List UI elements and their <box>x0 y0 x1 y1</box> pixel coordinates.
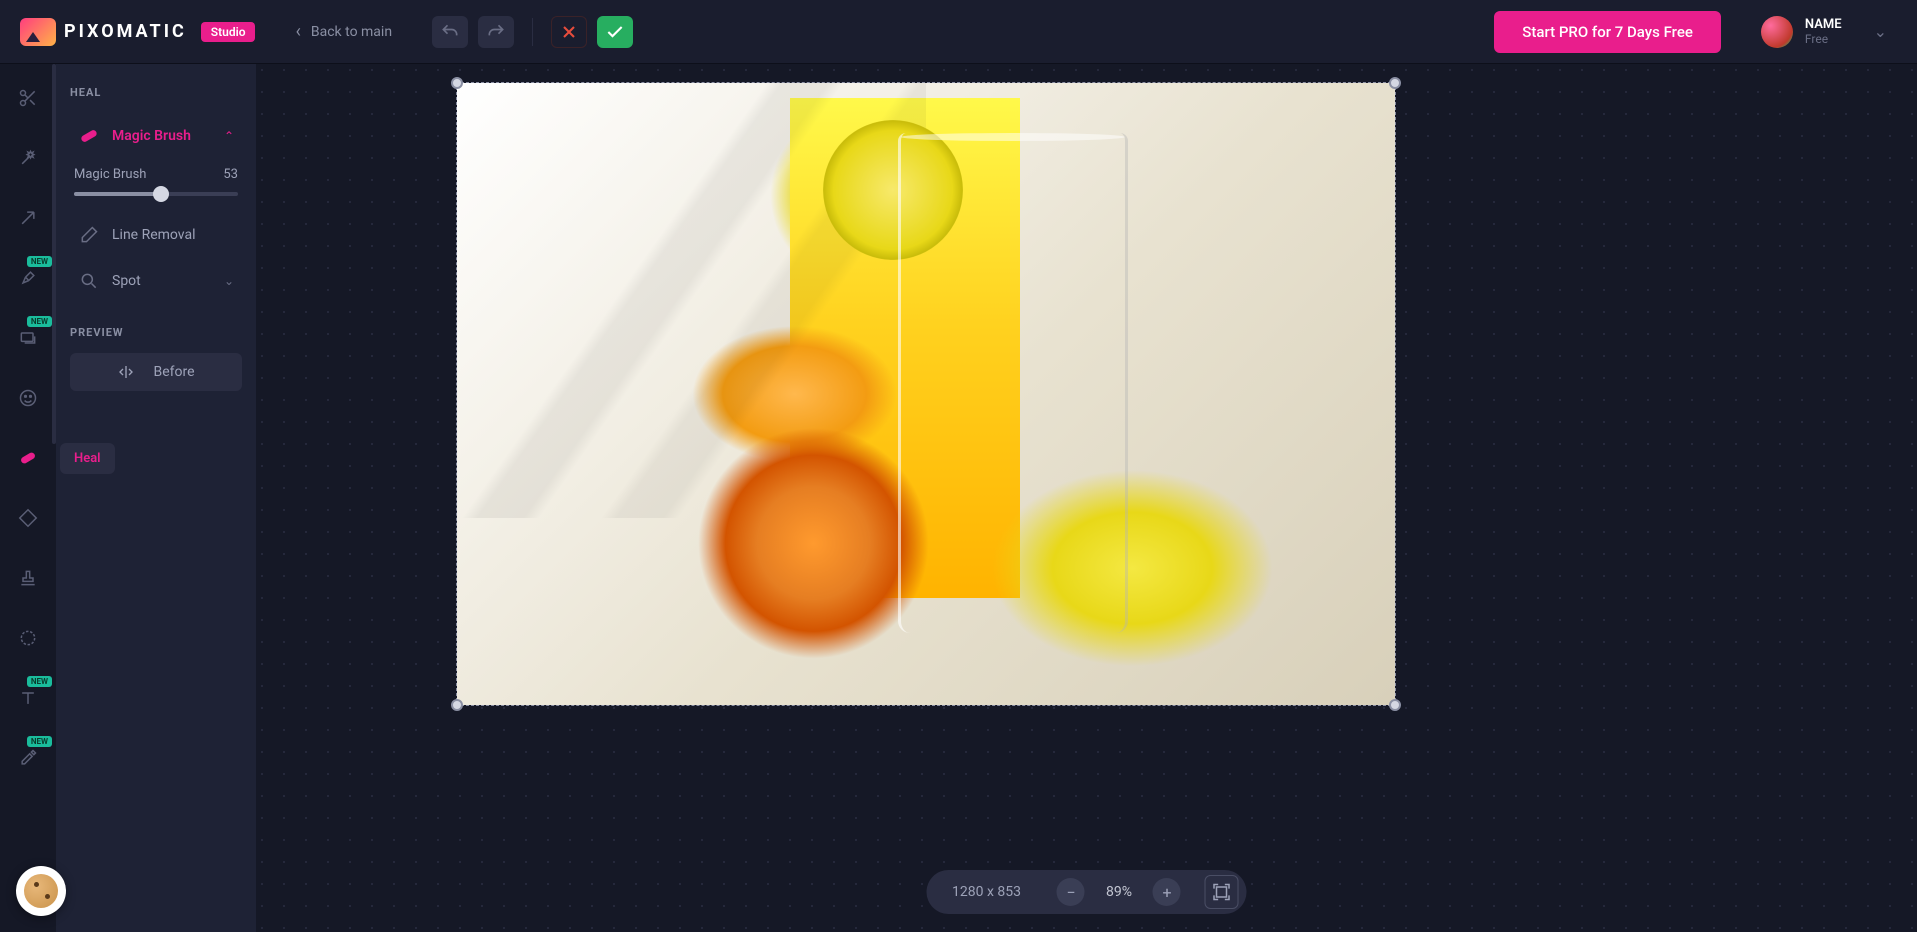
compare-icon <box>117 363 135 381</box>
subtool-label: Magic Brush <box>112 128 212 144</box>
dimensions: 1280 x 853 <box>934 884 1039 900</box>
new-badge: NEW <box>27 256 52 267</box>
fit-icon <box>1212 882 1232 902</box>
logo-icon <box>20 18 56 46</box>
magic-wand-icon <box>18 148 38 168</box>
settings-tool[interactable] <box>12 622 44 654</box>
chevron-down-icon: ⌄ <box>1874 22 1887 41</box>
slider-value: 53 <box>223 167 238 182</box>
redo-icon <box>486 22 506 42</box>
chevron-up-icon: ⌃ <box>224 129 234 143</box>
undo-icon <box>440 22 460 42</box>
brush-icon <box>18 268 38 288</box>
avatar <box>1761 16 1793 48</box>
before-label: Before <box>153 364 194 380</box>
dropper-icon <box>18 748 38 768</box>
stamp-tool[interactable] <box>12 562 44 594</box>
subtool-label: Line Removal <box>112 227 234 243</box>
cut-tool[interactable] <box>12 82 44 114</box>
bandage-icon <box>78 125 100 147</box>
slider-thumb[interactable] <box>153 186 169 202</box>
text-icon <box>18 688 38 708</box>
width-value: 1280 <box>952 884 983 900</box>
brush-size-slider: Magic Brush 53 <box>74 167 238 196</box>
chevron-left-icon: ‹ <box>295 21 300 42</box>
heal-icon <box>18 448 38 468</box>
new-badge: NEW <box>27 316 52 327</box>
new-badge: NEW <box>27 676 52 687</box>
slider-track[interactable] <box>74 192 238 196</box>
user-text: NAME Free <box>1805 17 1842 47</box>
cookie-consent-button[interactable] <box>16 866 66 916</box>
check-icon <box>605 22 625 42</box>
fit-screen-button[interactable] <box>1205 875 1239 909</box>
apply-button[interactable] <box>597 16 633 48</box>
spot-icon <box>78 270 100 292</box>
studio-badge: Studio <box>201 22 256 42</box>
before-button[interactable]: Before <box>70 353 242 391</box>
header: PIXOMATIC Studio ‹ Back to main Start PR… <box>0 0 1917 64</box>
zoom-out-button[interactable]: − <box>1057 878 1085 906</box>
history-buttons <box>432 16 633 48</box>
subtool-label: Spot <box>112 273 212 289</box>
panel-title: HEAL <box>70 86 242 99</box>
slider-fill <box>74 192 161 196</box>
resize-handle-tl[interactable] <box>451 77 463 89</box>
magic-brush-subtool[interactable]: Magic Brush ⌃ <box>70 115 242 157</box>
preview-title: PREVIEW <box>70 326 242 339</box>
undo-button[interactable] <box>432 16 468 48</box>
chevron-down-icon: ⌄ <box>224 274 234 288</box>
back-label: Back to main <box>311 24 392 40</box>
heal-tool[interactable]: Heal <box>12 442 44 474</box>
tool-tooltip: Heal <box>60 443 115 474</box>
redo-button[interactable] <box>478 16 514 48</box>
shape-icon <box>18 508 38 528</box>
shape-tool[interactable] <box>12 502 44 534</box>
line-removal-subtool[interactable]: Line Removal <box>70 214 242 256</box>
magic-wand-tool[interactable] <box>12 142 44 174</box>
resize-handle-br[interactable] <box>1389 699 1401 711</box>
side-panel: HEAL Magic Brush ⌃ Magic Brush 53 Line R… <box>56 64 256 932</box>
logo[interactable]: PIXOMATIC Studio <box>20 18 255 46</box>
height-value: 853 <box>997 884 1021 900</box>
text-tool[interactable]: NEW <box>12 682 44 714</box>
slider-label: Magic Brush <box>74 167 146 182</box>
zoom-controls: − 89% + <box>1057 878 1181 906</box>
zoom-in-button[interactable]: + <box>1153 878 1181 906</box>
main: NEW NEW Heal NEW NEW HEAL Magic Brush ⌃ … <box>0 64 1917 932</box>
gear-dashed-icon <box>18 628 38 648</box>
user-menu[interactable]: NAME Free ⌄ <box>1761 16 1897 48</box>
layers-tool[interactable]: NEW <box>12 322 44 354</box>
start-pro-button[interactable]: Start PRO for 7 Days Free <box>1494 11 1721 53</box>
layers-icon <box>18 328 38 348</box>
close-icon <box>559 22 579 42</box>
dropper-tool[interactable]: NEW <box>12 742 44 774</box>
new-badge: NEW <box>27 736 52 747</box>
canvas-area[interactable]: 1280 x 853 − 89% + <box>256 64 1917 932</box>
cancel-button[interactable] <box>551 16 587 48</box>
face-icon <box>18 388 38 408</box>
face-tool[interactable] <box>12 382 44 414</box>
arrow-tool-icon <box>18 208 38 228</box>
brand-name: PIXOMATIC <box>64 21 187 42</box>
user-plan: Free <box>1805 32 1842 46</box>
cut-icon <box>18 88 38 108</box>
eraser-icon <box>78 224 100 246</box>
resize-handle-tr[interactable] <box>1389 77 1401 89</box>
arrow-tool[interactable] <box>12 202 44 234</box>
resize-handle-bl[interactable] <box>451 699 463 711</box>
spot-subtool[interactable]: Spot ⌄ <box>70 260 242 302</box>
image-content <box>457 83 1395 705</box>
tool-rail: NEW NEW Heal NEW NEW <box>0 64 56 932</box>
divider <box>532 18 533 46</box>
image-frame[interactable] <box>456 82 1396 706</box>
brush-tool[interactable]: NEW <box>12 262 44 294</box>
zoom-value: 89% <box>1099 884 1139 900</box>
bottom-bar: 1280 x 853 − 89% + <box>926 870 1247 914</box>
cookie-icon <box>24 874 58 908</box>
user-name: NAME <box>1805 17 1842 33</box>
stamp-icon <box>18 568 38 588</box>
scrollbar[interactable] <box>52 64 56 444</box>
back-to-main-link[interactable]: ‹ Back to main <box>295 21 392 42</box>
